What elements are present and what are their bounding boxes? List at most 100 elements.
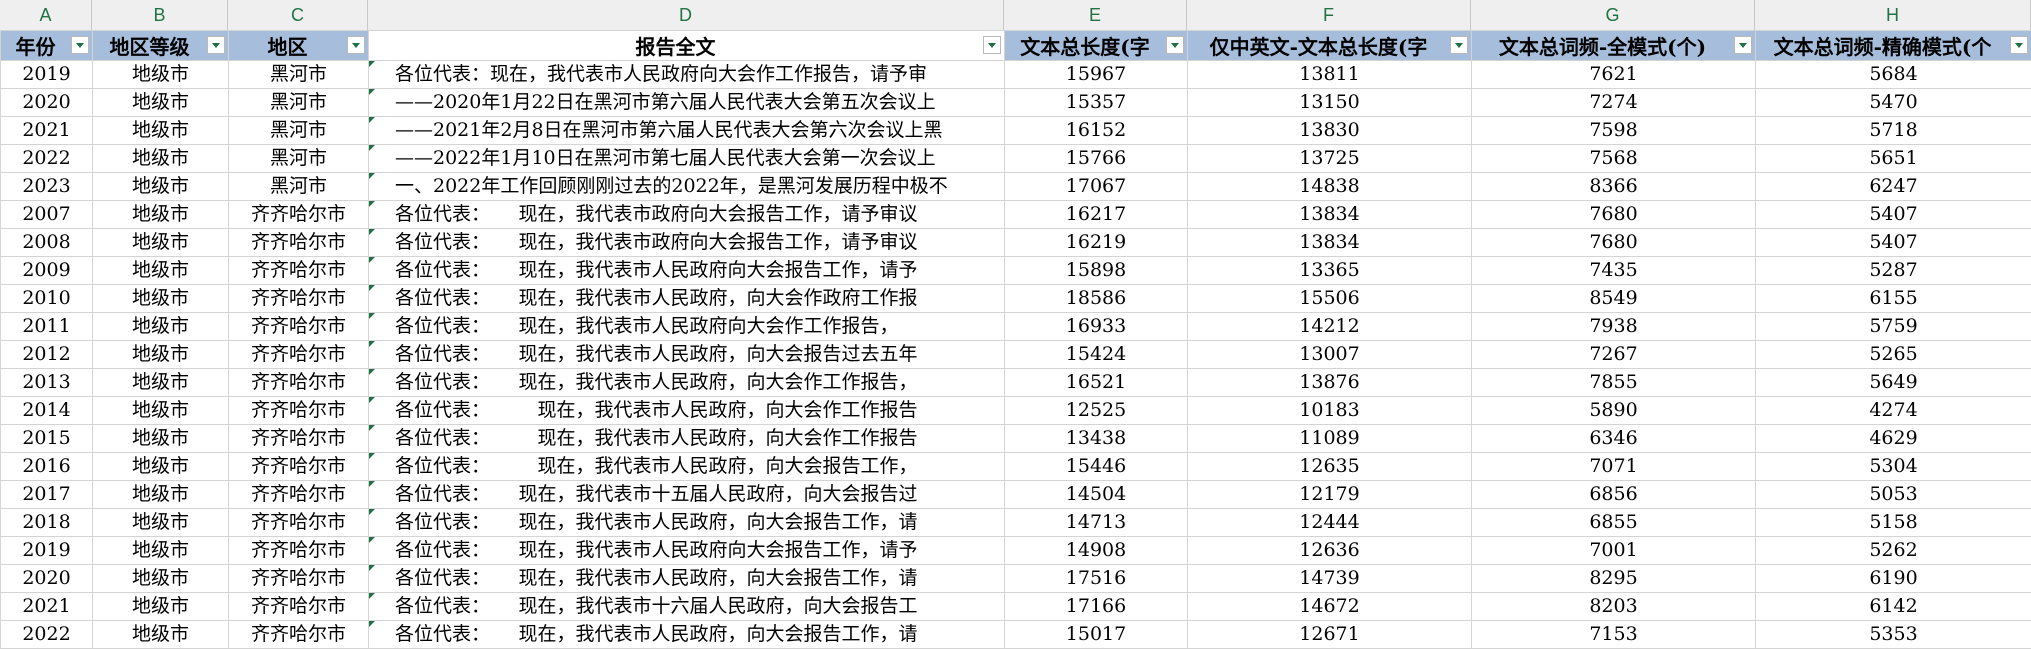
word-freq-full-cell[interactable]: 6856 — [1472, 481, 1756, 509]
report-text-cell[interactable]: 各位代表： 现在，我代表市人民政府，向大会报告过去五年 — [369, 341, 1005, 369]
report-text-cell[interactable]: 各位代表： 现在，我代表市人民政府向大会作工作报告， — [369, 313, 1005, 341]
report-text-cell[interactable]: ——2022年1月10日在黑河市第七届人民代表大会第一次会议上 — [369, 145, 1005, 173]
year-cell[interactable]: 2013 — [1, 369, 93, 397]
filter-dropdown-icon[interactable] — [207, 36, 225, 54]
filter-dropdown-icon[interactable] — [1166, 36, 1184, 54]
text-length-cell[interactable]: 15424 — [1005, 341, 1188, 369]
report-text-cell[interactable]: 各位代表： 现在，我代表市人民政府，向大会报告工作，请 — [369, 621, 1005, 649]
report-text-cell[interactable]: 各位代表：现在，我代表市人民政府向大会作工作报告，请予审 — [369, 61, 1005, 89]
region-level-cell[interactable]: 地级市 — [93, 285, 229, 313]
column-letter-c[interactable]: C — [228, 0, 368, 30]
region-level-cell[interactable]: 地级市 — [93, 173, 229, 201]
text-length-cell[interactable]: 16152 — [1005, 117, 1188, 145]
region-cell[interactable]: 黑河市 — [229, 145, 369, 173]
cn-en-length-cell[interactable]: 13876 — [1188, 369, 1472, 397]
column-letter-f[interactable]: F — [1187, 0, 1471, 30]
region-cell[interactable]: 黑河市 — [229, 61, 369, 89]
region-cell[interactable]: 黑河市 — [229, 173, 369, 201]
word-freq-full-cell[interactable]: 7153 — [1472, 621, 1756, 649]
header-cell-text-length[interactable]: 文本总长度(字 — [1005, 31, 1188, 61]
year-cell[interactable]: 2022 — [1, 145, 93, 173]
word-freq-full-cell[interactable]: 6855 — [1472, 509, 1756, 537]
year-cell[interactable]: 2019 — [1, 61, 93, 89]
text-length-cell[interactable]: 15446 — [1005, 453, 1188, 481]
report-text-cell[interactable]: 各位代表： 现在，我代表市人民政府，向大会报告工作，请 — [369, 509, 1005, 537]
text-length-cell[interactable]: 13438 — [1005, 425, 1188, 453]
filter-dropdown-icon[interactable] — [1450, 36, 1468, 54]
region-cell[interactable]: 齐齐哈尔市 — [229, 257, 369, 285]
region-cell[interactable]: 齐齐哈尔市 — [229, 565, 369, 593]
region-cell[interactable]: 齐齐哈尔市 — [229, 313, 369, 341]
year-cell[interactable]: 2021 — [1, 593, 93, 621]
word-freq-precise-cell[interactable]: 5684 — [1756, 61, 2031, 89]
header-cell-word-freq-full[interactable]: 文本总词频-全模式(个) — [1472, 31, 1756, 61]
report-text-cell[interactable]: 各位代表： 现在，我代表市人民政府，向大会报告工作， — [369, 453, 1005, 481]
report-text-cell[interactable]: 各位代表： 现在，我代表市人民政府，向大会作工作报告 — [369, 425, 1005, 453]
word-freq-precise-cell[interactable]: 6247 — [1756, 173, 2031, 201]
word-freq-precise-cell[interactable]: 5718 — [1756, 117, 2031, 145]
year-cell[interactable]: 2016 — [1, 453, 93, 481]
region-level-cell[interactable]: 地级市 — [93, 229, 229, 257]
text-length-cell[interactable]: 14713 — [1005, 509, 1188, 537]
header-cell-region-level[interactable]: 地区等级 — [93, 31, 229, 61]
region-level-cell[interactable]: 地级市 — [93, 537, 229, 565]
cn-en-length-cell[interactable]: 15506 — [1188, 285, 1472, 313]
region-level-cell[interactable]: 地级市 — [93, 201, 229, 229]
region-cell[interactable]: 齐齐哈尔市 — [229, 229, 369, 257]
header-cell-region[interactable]: 地区 — [229, 31, 369, 61]
column-letter-h[interactable]: H — [1755, 0, 2031, 30]
word-freq-precise-cell[interactable]: 5649 — [1756, 369, 2031, 397]
region-level-cell[interactable]: 地级市 — [93, 313, 229, 341]
cn-en-length-cell[interactable]: 12179 — [1188, 481, 1472, 509]
cn-en-length-cell[interactable]: 12444 — [1188, 509, 1472, 537]
year-cell[interactable]: 2022 — [1, 621, 93, 649]
report-text-cell[interactable]: 各位代表： 现在，我代表市十五届人民政府，向大会报告过 — [369, 481, 1005, 509]
year-cell[interactable]: 2009 — [1, 257, 93, 285]
column-letter-b[interactable]: B — [92, 0, 228, 30]
cn-en-length-cell[interactable]: 13830 — [1188, 117, 1472, 145]
word-freq-full-cell[interactable]: 7435 — [1472, 257, 1756, 285]
word-freq-precise-cell[interactable]: 5053 — [1756, 481, 2031, 509]
region-level-cell[interactable]: 地级市 — [93, 565, 229, 593]
word-freq-full-cell[interactable]: 7071 — [1472, 453, 1756, 481]
column-letter-a[interactable]: A — [0, 0, 92, 30]
text-length-cell[interactable]: 15898 — [1005, 257, 1188, 285]
word-freq-precise-cell[interactable]: 4629 — [1756, 425, 2031, 453]
word-freq-precise-cell[interactable]: 5407 — [1756, 229, 2031, 257]
cn-en-length-cell[interactable]: 13365 — [1188, 257, 1472, 285]
region-cell[interactable]: 齐齐哈尔市 — [229, 341, 369, 369]
text-length-cell[interactable]: 18586 — [1005, 285, 1188, 313]
word-freq-precise-cell[interactable]: 6190 — [1756, 565, 2031, 593]
region-level-cell[interactable]: 地级市 — [93, 481, 229, 509]
filter-dropdown-icon[interactable] — [1734, 36, 1752, 54]
region-cell[interactable]: 黑河市 — [229, 117, 369, 145]
cn-en-length-cell[interactable]: 14212 — [1188, 313, 1472, 341]
report-text-cell[interactable]: 各位代表： 现在，我代表市十六届人民政府，向大会报告工 — [369, 593, 1005, 621]
region-cell[interactable]: 黑河市 — [229, 89, 369, 117]
report-text-cell[interactable]: ——2020年1月22日在黑河市第六届人民代表大会第五次会议上 — [369, 89, 1005, 117]
region-cell[interactable]: 齐齐哈尔市 — [229, 593, 369, 621]
year-cell[interactable]: 2011 — [1, 313, 93, 341]
text-length-cell[interactable]: 12525 — [1005, 397, 1188, 425]
region-cell[interactable]: 齐齐哈尔市 — [229, 453, 369, 481]
report-text-cell[interactable]: 各位代表： 现在，我代表市人民政府，向大会作工作报告 — [369, 397, 1005, 425]
word-freq-full-cell[interactable]: 7621 — [1472, 61, 1756, 89]
year-cell[interactable]: 2021 — [1, 117, 93, 145]
cn-en-length-cell[interactable]: 13811 — [1188, 61, 1472, 89]
region-level-cell[interactable]: 地级市 — [93, 425, 229, 453]
column-letter-e[interactable]: E — [1004, 0, 1187, 30]
cn-en-length-cell[interactable]: 13725 — [1188, 145, 1472, 173]
word-freq-precise-cell[interactable]: 5287 — [1756, 257, 2031, 285]
word-freq-precise-cell[interactable]: 5158 — [1756, 509, 2031, 537]
cn-en-length-cell[interactable]: 14838 — [1188, 173, 1472, 201]
word-freq-full-cell[interactable]: 7001 — [1472, 537, 1756, 565]
region-cell[interactable]: 齐齐哈尔市 — [229, 481, 369, 509]
year-cell[interactable]: 2014 — [1, 397, 93, 425]
region-level-cell[interactable]: 地级市 — [93, 257, 229, 285]
text-length-cell[interactable]: 17067 — [1005, 173, 1188, 201]
cn-en-length-cell[interactable]: 13834 — [1188, 201, 1472, 229]
year-cell[interactable]: 2010 — [1, 285, 93, 313]
report-text-cell[interactable]: 各位代表： 现在，我代表市人民政府向大会报告工作，请予 — [369, 537, 1005, 565]
region-level-cell[interactable]: 地级市 — [93, 509, 229, 537]
filter-dropdown-icon[interactable] — [2010, 36, 2028, 54]
